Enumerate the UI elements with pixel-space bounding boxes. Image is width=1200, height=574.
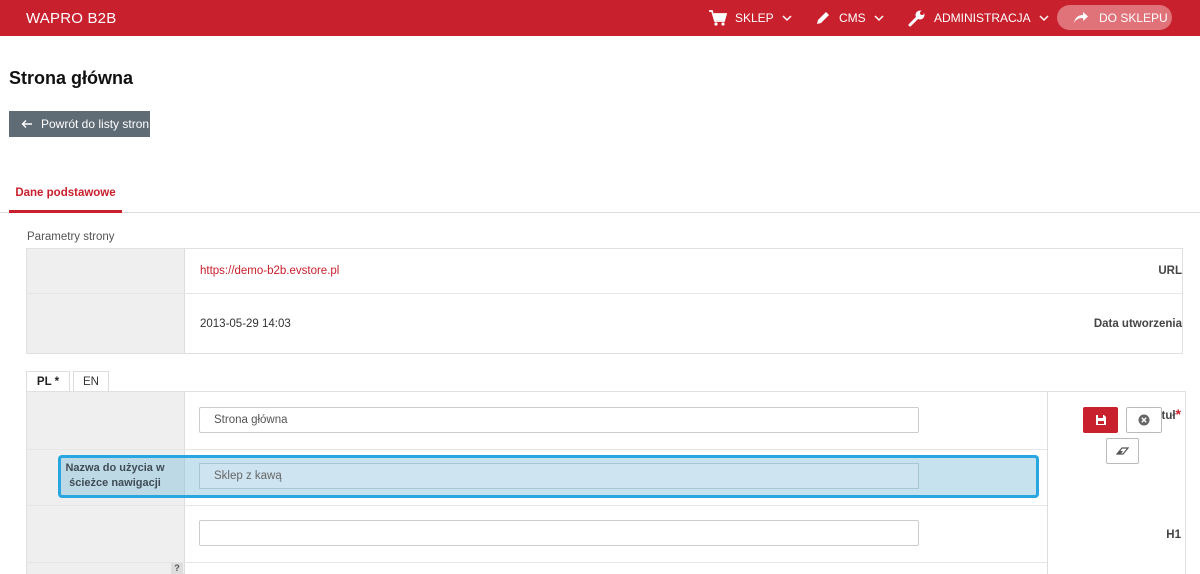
floppy-disk-icon xyxy=(1095,415,1106,425)
cart-icon xyxy=(709,10,727,26)
chevron-down-icon xyxy=(782,14,792,21)
help-badge[interactable]: ? xyxy=(171,563,183,574)
page-params-panel: URL https://demo-b2b.evstore.pl Data utw… xyxy=(26,248,1183,354)
go-to-shop-label: DO SKLEPU xyxy=(1099,10,1168,25)
top-navbar: WAPRO B2B SKLEP CMS ADMINISTRACJA DO SKL… xyxy=(0,0,1200,36)
divider xyxy=(27,293,1182,294)
eraser-icon xyxy=(1116,447,1129,455)
arrow-left-icon xyxy=(21,120,32,128)
nav-admin-menu[interactable]: ADMINISTRACJA xyxy=(908,0,1049,36)
required-marker: * xyxy=(1175,406,1181,422)
eraser-button[interactable] xyxy=(1106,438,1139,464)
go-to-shop-button[interactable]: DO SKLEPU xyxy=(1057,5,1172,30)
back-to-list-label: Powrót do listy stron xyxy=(41,117,150,131)
h1-label: H1 xyxy=(1166,529,1181,541)
lang-tab-pl[interactable]: PL * xyxy=(26,371,70,392)
page-params-heading: Parametry strony xyxy=(27,231,115,243)
created-date-label: Data utworzenia xyxy=(1093,318,1182,330)
params-label-column xyxy=(27,249,185,353)
breadcrumb-name-label: Nazwa do użycia w ścieżce nawigacji xyxy=(65,462,165,489)
cancel-button[interactable] xyxy=(1126,407,1162,433)
h1-input[interactable] xyxy=(199,520,919,546)
back-to-list-button[interactable]: Powrót do listy stron xyxy=(9,111,150,137)
divider xyxy=(27,449,1047,450)
title-input[interactable]: Strona główna xyxy=(199,407,919,433)
nav-shop-label: SKLEP xyxy=(735,11,774,25)
nav-admin-label: ADMINISTRACJA xyxy=(934,11,1031,25)
nav-cms-label: CMS xyxy=(839,11,866,25)
chevron-down-icon xyxy=(1039,14,1049,21)
close-circle-icon xyxy=(1138,414,1150,426)
share-arrow-icon xyxy=(1074,12,1088,23)
url-label: URL xyxy=(1158,265,1182,277)
tab-basic-data[interactable]: Dane podstawowe xyxy=(9,187,122,213)
divider xyxy=(27,505,1047,506)
wrench-icon xyxy=(908,10,925,27)
nav-shop-menu[interactable]: SKLEP xyxy=(709,0,792,36)
lang-tab-en[interactable]: EN xyxy=(73,371,109,392)
save-button[interactable] xyxy=(1083,407,1118,433)
brand-logo[interactable]: WAPRO B2B xyxy=(26,10,116,27)
chevron-down-icon xyxy=(874,14,884,21)
tab-bar-divider xyxy=(0,212,1200,213)
page-title: Strona główna xyxy=(9,68,134,88)
breadcrumb-name-input[interactable]: Sklep z kawą xyxy=(199,463,919,489)
url-link[interactable]: https://demo-b2b.evstore.pl xyxy=(200,265,339,277)
created-date-value: 2013-05-29 14:03 xyxy=(200,318,291,330)
nav-cms-menu[interactable]: CMS xyxy=(815,0,884,36)
pencil-icon xyxy=(817,12,829,24)
